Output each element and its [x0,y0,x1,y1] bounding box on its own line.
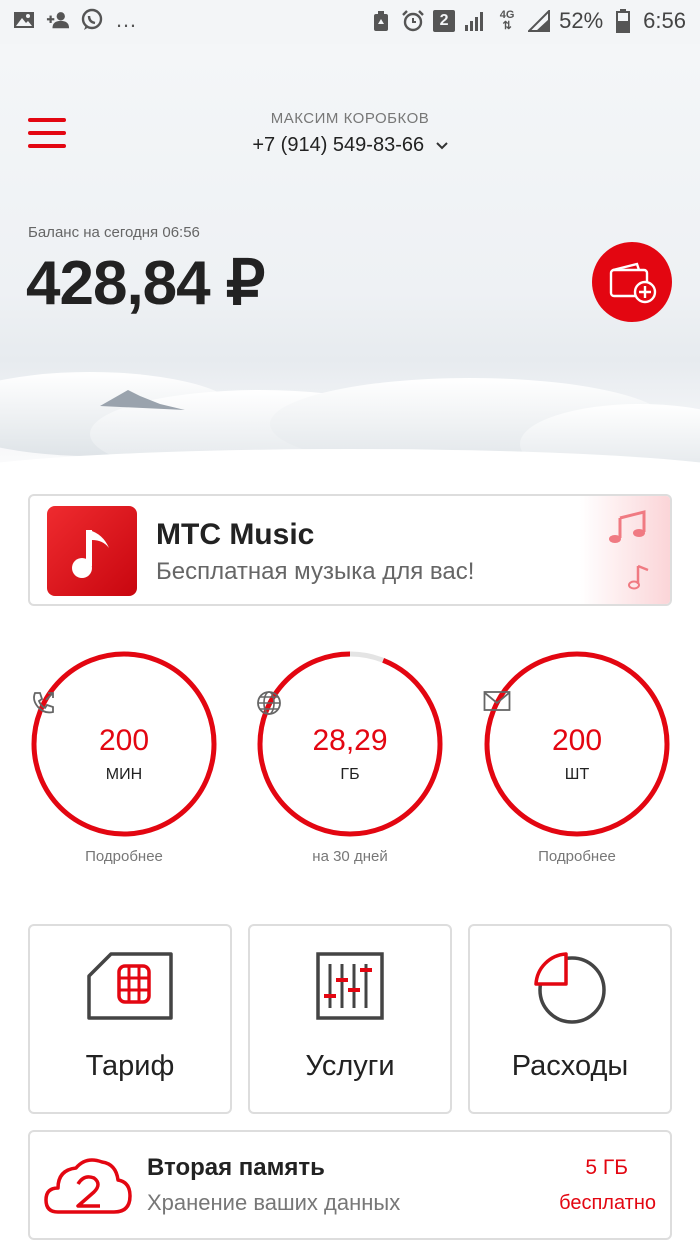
wallet-add-icon [609,262,657,304]
image-icon [12,8,36,32]
tile-expenses[interactable]: Расходы [468,924,672,1114]
storage-subtitle: Хранение ваших данных [147,1190,401,1215]
whatsapp-icon [80,8,104,32]
system-icons: 2 4G ⇅ 52% 6:56 [369,8,686,34]
music-banner[interactable]: МТС Music Бесплатная музыка для вас! [28,494,672,606]
storage-price: бесплатно [559,1192,656,1214]
tile-label: Тариф [85,1050,175,1082]
pie-chart-icon [470,950,670,1026]
sim-card-icon [30,950,230,1022]
counter-unit: ШТ [564,766,590,783]
clock: 6:56 [643,8,686,33]
music-notes-icon [609,510,649,590]
counter-value: 28,29 [312,724,388,757]
tile-services[interactable]: Услуги [248,924,452,1114]
add-contact-icon [46,8,70,32]
battery-percent: 52% [559,8,604,33]
sms-ring: 200 ШТ [483,650,671,838]
counter-note: Подробнее [85,848,163,865]
clouds-background [0,372,700,496]
counter-value: 200 [98,724,150,757]
battery-icon [611,9,635,33]
sim-icon: 2 [433,10,456,32]
signal-icon [527,9,551,33]
storage-title: Вторая память [147,1154,325,1181]
storage-cleaner-icon [369,9,393,33]
more-dots-icon: … [115,7,137,32]
hero-section: МАКСИМ КОРОБКОВ +7 (914) 549-83-66 Балан… [0,44,700,496]
sliders-icon [250,950,450,1022]
chevron-down-icon [435,142,448,150]
notification-icons: … [12,7,138,32]
balance-amount: 428,84 ₽ [26,249,265,318]
alarm-icon [401,9,425,33]
minutes-ring: 200 МИН [30,650,218,838]
internet-ring: 28,29 ГБ [256,650,444,838]
sms-counter[interactable]: 200 ШТ Подробнее [483,650,671,865]
data-arrows-icon: ⇅ [502,20,512,32]
storage-size: 5 ГБ [585,1156,628,1179]
counter-note: Подробнее [538,848,616,865]
internet-counter[interactable]: 28,29 ГБ на 30 дней [256,650,444,865]
account-owner-name: МАКСИМ КОРОБКОВ [270,110,430,127]
counter-value: 200 [551,724,603,757]
music-title: МТС Music [156,518,315,551]
music-app-logo [47,506,137,596]
phone-number-selector[interactable]: +7 (914) 549-83-66 [0,134,700,157]
minutes-counter[interactable]: 200 МИН Подробнее [30,650,218,865]
lte-icon: 4G ⇅ [495,9,519,33]
music-subtitle: Бесплатная музыка для вас! [156,558,475,585]
tile-tariff[interactable]: Тариф [28,924,232,1114]
balance-label: Баланс на сегодня 06:56 [28,224,200,241]
counter-note: на 30 дней [312,848,388,865]
phone-number: +7 (914) 549-83-66 [252,134,425,156]
signal-icon [463,9,487,33]
music-decoration [580,496,670,604]
top-up-button[interactable] [592,242,672,322]
cloud-storage-card[interactable]: Вторая память Хранение ваших данных 5 ГБ… [28,1130,672,1240]
status-bar: … 2 4G ⇅ 52% 6:56 [0,0,700,44]
music-note-icon [72,530,109,578]
cloud-icon [44,1154,132,1221]
counter-unit: ГБ [340,766,360,783]
tile-label: Расходы [511,1050,629,1082]
tile-label: Услуги [305,1050,395,1082]
counter-unit: МИН [105,766,143,783]
